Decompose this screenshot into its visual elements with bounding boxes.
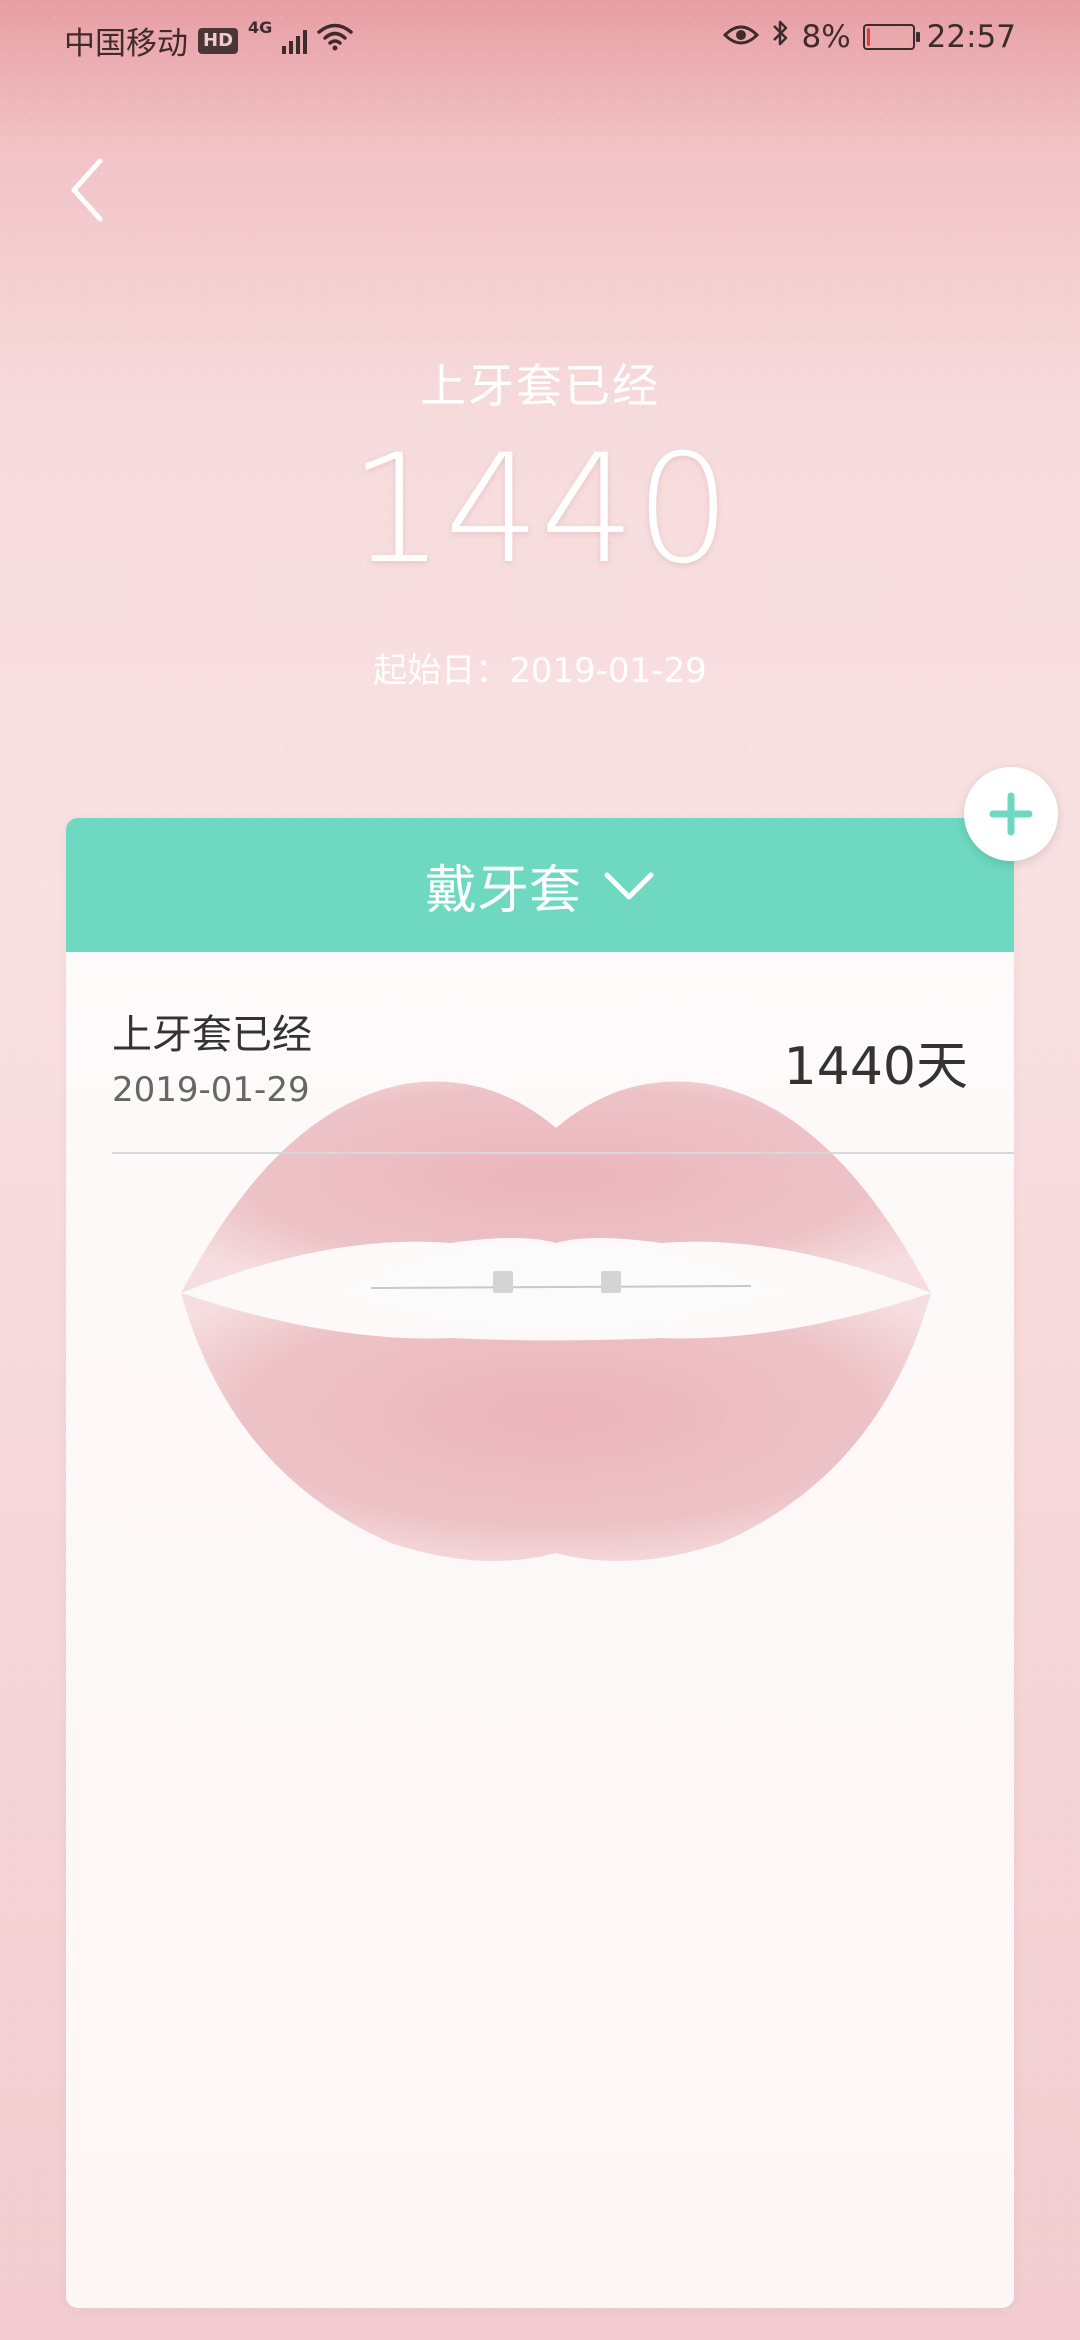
battery-level [866, 28, 871, 46]
add-button[interactable] [964, 767, 1058, 861]
category-selector[interactable]: 戴牙套 [66, 818, 1014, 952]
network-type: 4G [248, 18, 273, 37]
start-date-label: 起始日：2019-01-29 [373, 651, 707, 691]
clock: 22:57 [926, 19, 1016, 55]
record-card: 戴牙套 上牙套已经 2019-01-29 1440天 [66, 818, 1014, 2308]
eye-icon [723, 19, 760, 55]
chevron-left-icon [71, 158, 103, 222]
item-title: 上牙套已经 [112, 1012, 312, 1058]
back-button[interactable] [56, 150, 116, 230]
battery-icon [862, 24, 920, 50]
list-item[interactable]: 上牙套已经 2019-01-29 1440天 [112, 952, 1014, 1154]
category-label: 戴牙套 [424, 860, 581, 921]
carrier-name: 中国移动 [64, 26, 188, 62]
battery-percent: 8% [801, 19, 851, 55]
item-date: 2019-01-29 [112, 1070, 310, 1110]
status-bar: 中国移动 HD 4G 8% 22:57 [0, 0, 1080, 76]
bluetooth-icon [771, 18, 789, 56]
signal-icon [282, 28, 308, 54]
hero-day-count: 1440 [349, 423, 731, 597]
hero-title: 上牙套已经 [420, 359, 660, 413]
chevron-down-icon [604, 872, 654, 900]
wifi-icon [317, 23, 354, 59]
plus-icon [989, 792, 1033, 836]
hd-badge: HD [198, 27, 239, 54]
item-days: 1440天 [783, 1037, 968, 1097]
status-right: 8% 22:57 [723, 18, 1016, 56]
status-left: 中国移动 HD 4G [64, 18, 354, 63]
